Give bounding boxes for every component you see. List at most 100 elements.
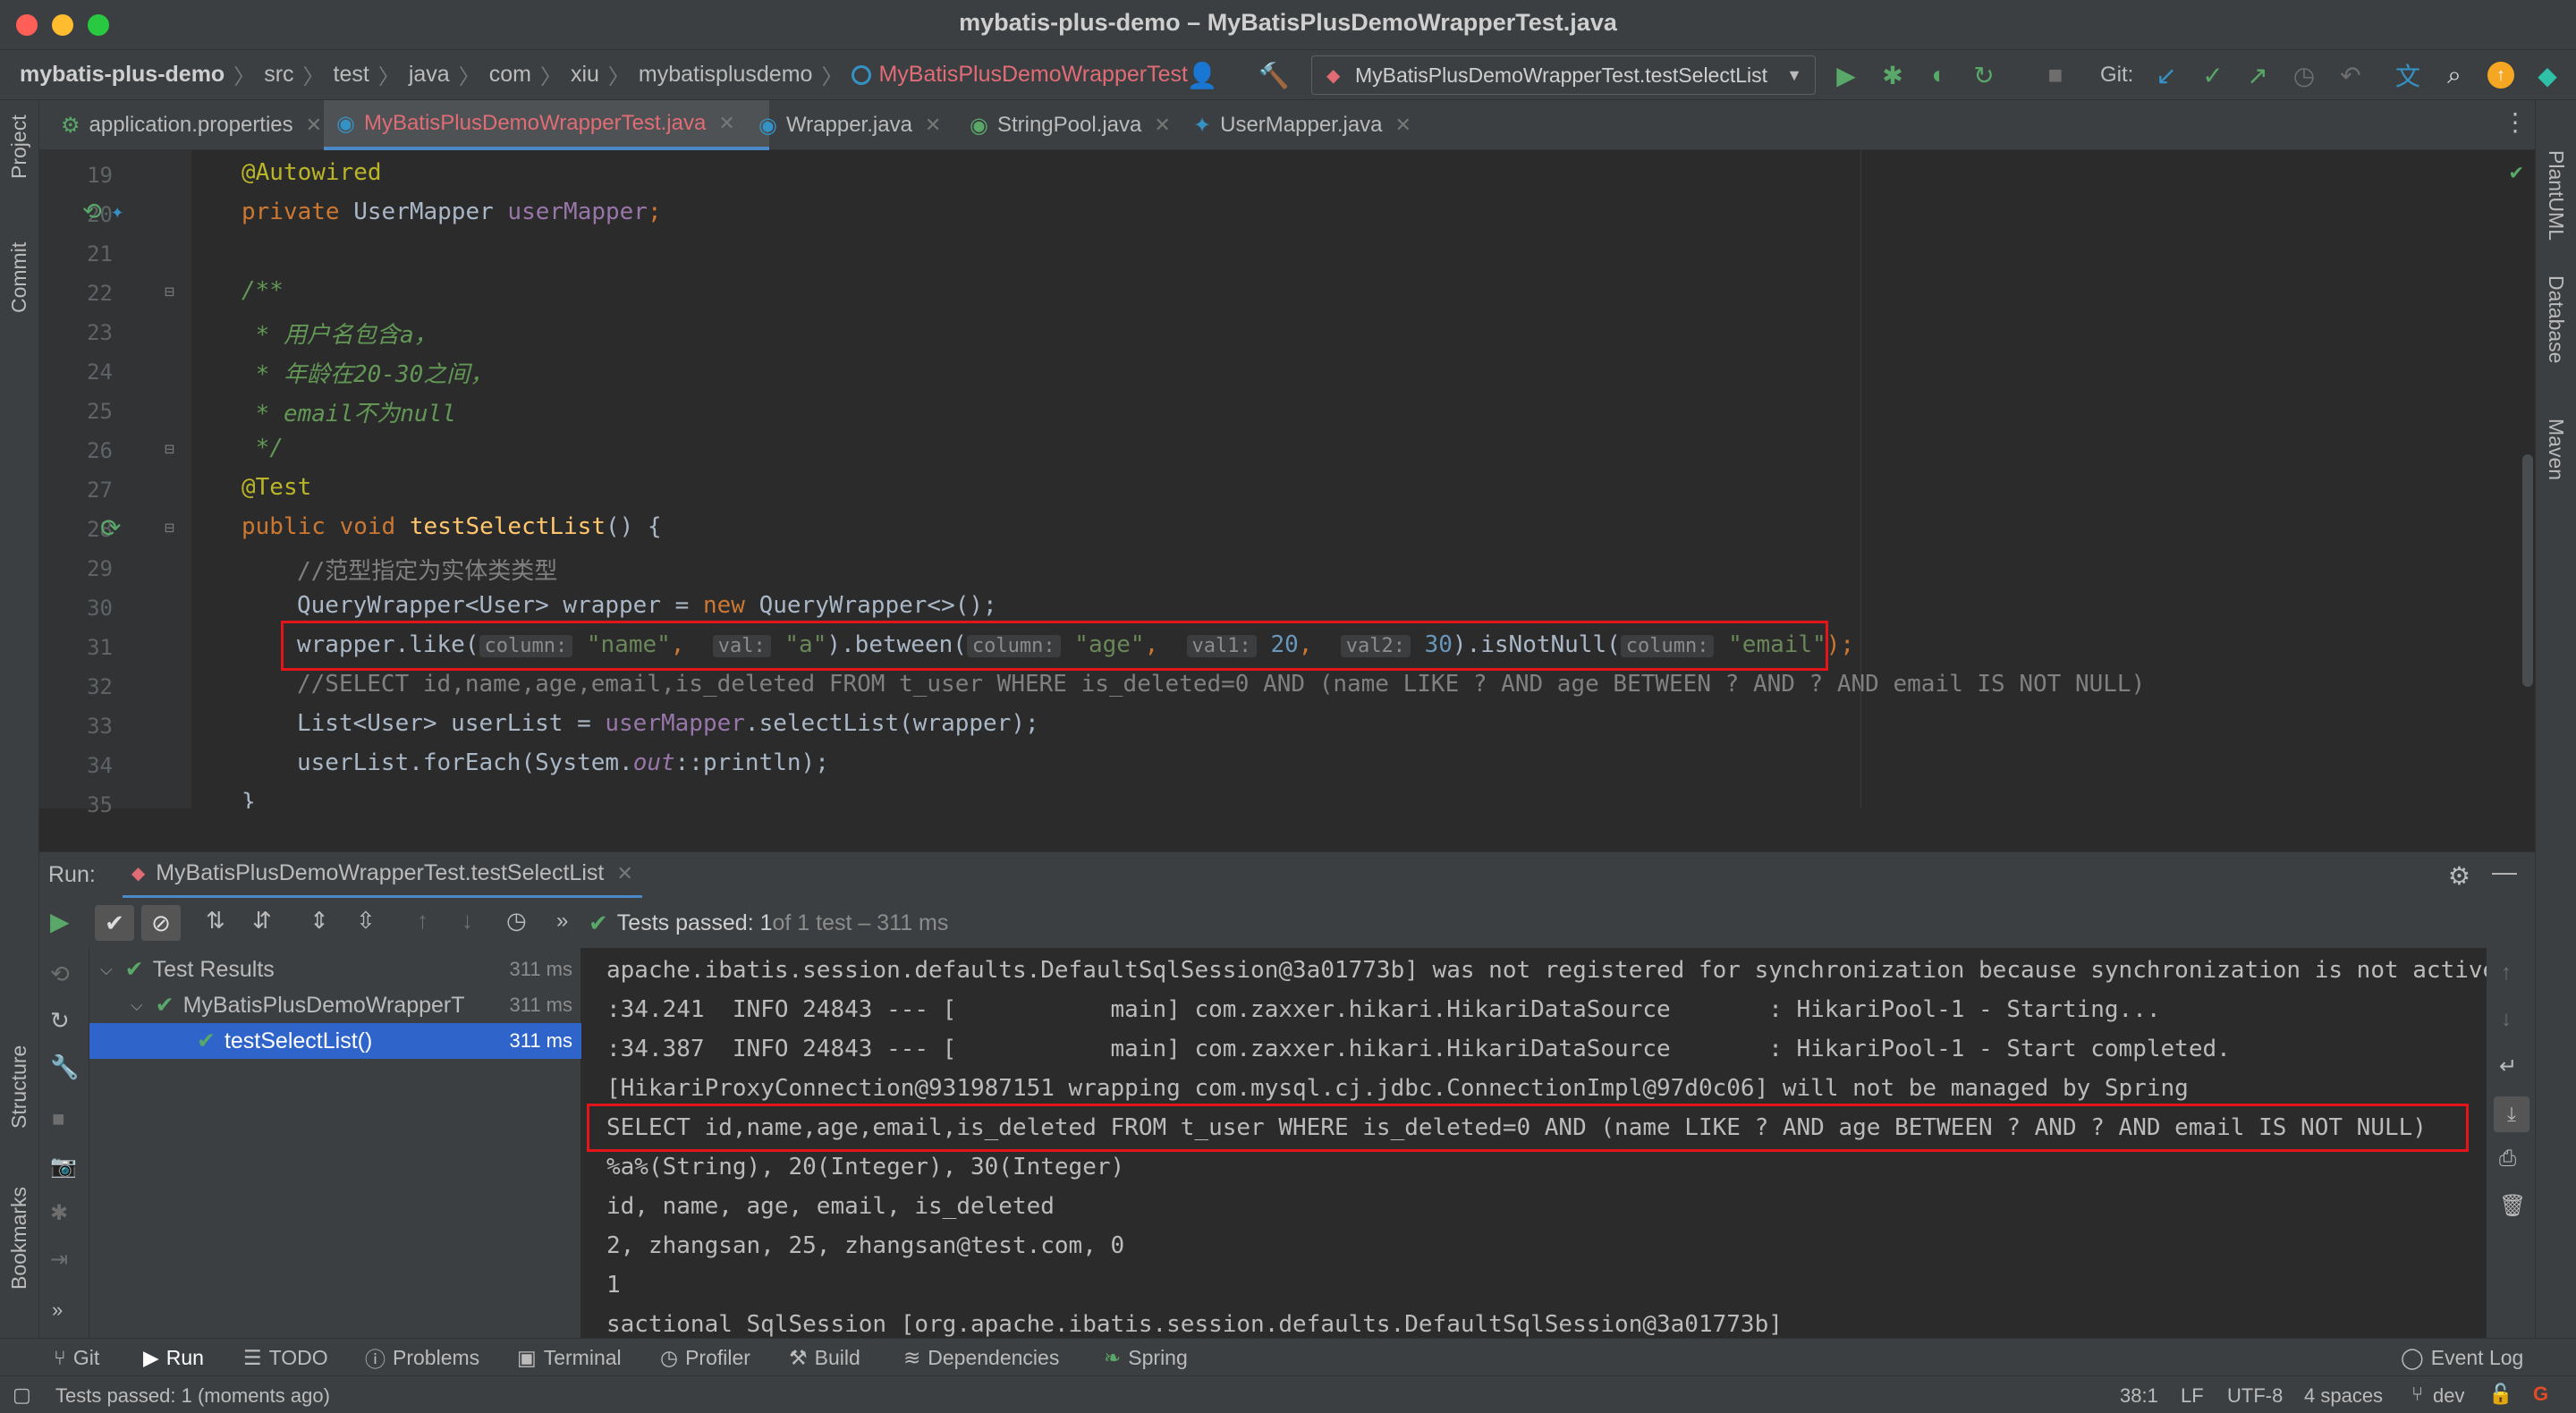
spring-bean-icon[interactable]: ⟲ [82,199,102,225]
show-ignored-toggle[interactable]: ⊘ [141,905,181,941]
history-icon[interactable]: ◷ [2288,59,2320,91]
history-icon[interactable]: ◷ [506,907,527,935]
hide-panel-icon[interactable]: — [2492,858,2517,886]
scroll-up-icon[interactable]: ↑ [2501,960,2512,986]
status-message[interactable]: Tests passed: 1 (moments ago) [55,1384,330,1408]
sort-duration-icon[interactable]: ⇵ [252,907,272,935]
close-icon[interactable]: ✕ [718,112,734,135]
close-icon[interactable]: ✕ [616,862,632,885]
line-separator[interactable]: LF [2181,1384,2204,1408]
tool-tab-event-log[interactable]: ◯ Event Log [2401,1339,2523,1376]
more-icon[interactable]: » [556,909,568,934]
trash-icon[interactable]: 🗑 [2499,1193,2526,1219]
bookmarks-tool-button[interactable]: Bookmarks [7,1187,31,1290]
database-tool-button[interactable]: Database [2544,275,2568,363]
plugin-logo-icon[interactable]: ◆ [2531,59,2563,91]
expand-all-icon[interactable]: ⇕ [309,907,329,935]
debug-icon[interactable]: ✱ [1877,59,1909,91]
indent-setting[interactable]: 4 spaces [2304,1384,2383,1408]
wrench-icon[interactable]: 🔧 [50,1053,79,1081]
more-icon[interactable]: » [52,1299,63,1322]
tab-wrapper-java[interactable]: ◉ Wrapper.java ✕ [746,100,979,150]
maven-tool-button[interactable]: Maven [2544,419,2568,480]
mybatis-bird-icon[interactable]: ✦ [111,199,123,224]
soft-wrap-icon[interactable]: ↵ [2499,1053,2517,1079]
breadcrumb-java[interactable]: java [409,62,450,88]
run-tab[interactable]: ◆ MyBatisPlusDemoWrapperTest.testSelectL… [122,852,642,899]
tool-tab-todo[interactable]: ☰ TODO [243,1339,328,1376]
plantuml-tool-button[interactable]: PlantUML [2544,150,2568,241]
next-failed-icon[interactable]: ↓ [462,907,473,935]
tool-tab-build[interactable]: ⚒ Build [789,1339,860,1376]
previous-failed-icon[interactable]: ↑ [417,907,428,935]
gear-icon[interactable]: ⚙ [2448,861,2470,891]
tree-row-test-results[interactable]: ⌵ ✔ Test Results 311 ms [89,952,581,987]
tab-usermapper-java[interactable]: ✦ UserMapper.java ✕ [1181,100,1449,150]
close-icon[interactable]: ✕ [1395,114,1411,137]
breadcrumb-class[interactable]: MyBatisPlusDemoWrapperTest [878,62,1187,88]
git-branch[interactable]: dev [2433,1384,2464,1408]
camera-icon[interactable]: 📷 [50,1154,77,1180]
inspection-ok-icon[interactable]: ✔ [2510,159,2522,184]
fold-icon[interactable]: ⊟ [165,283,174,301]
toggle-auto-test-icon[interactable]: ⟲ [50,960,70,988]
search-icon[interactable]: ⌕ [2438,59,2470,91]
scroll-down-icon[interactable]: ↓ [2501,1007,2512,1032]
more-tabs-icon[interactable]: ⋮ [2503,107,2528,137]
rerun-failed-icon[interactable]: ↻ [50,1007,70,1035]
breadcrumb-xiu[interactable]: xiu [571,62,599,88]
scroll-to-end-toggle[interactable]: ⤓ [2494,1096,2529,1132]
commit-tool-button[interactable]: Commit [7,242,31,313]
tab-stringpool-java[interactable]: ◉ StringPool.java ✕ [957,100,1216,150]
sort-alpha-icon[interactable]: ⇅ [206,907,225,935]
git-push-icon[interactable]: ↗ [2241,59,2274,91]
show-passed-toggle[interactable]: ✔ [95,905,134,941]
stop-icon[interactable]: ■ [2039,59,2072,91]
google-icon[interactable]: G [2533,1383,2548,1406]
build-hammer-icon[interactable]: 🔨 [1258,59,1290,91]
tool-tab-git[interactable]: ⑂ Git [54,1339,99,1376]
fold-icon[interactable]: ⊟ [165,519,174,537]
breadcrumb-test[interactable]: test [334,62,369,88]
print-icon[interactable]: ⎙ [2499,1146,2516,1172]
breadcrumb-package[interactable]: mybatisplusdemo [639,62,813,88]
close-icon[interactable]: ✕ [1154,114,1170,137]
git-update-icon[interactable]: ↙ [2150,59,2182,91]
breadcrumb-src[interactable]: src [264,62,293,88]
rollback-icon[interactable]: ↶ [2334,59,2367,91]
structure-tool-button[interactable]: Structure [7,1045,31,1129]
run-icon[interactable]: ▶ [1830,59,1862,91]
fold-icon[interactable]: ⊟ [165,440,174,459]
tree-row-test-method[interactable]: ✔ testSelectList() 311 ms [89,1023,581,1059]
breadcrumb-com[interactable]: com [489,62,531,88]
code-editor[interactable]: @Autowired private UserMapper userMapper… [191,150,2535,808]
tool-tab-run[interactable]: ▶ Run [143,1339,204,1376]
close-icon[interactable]: ✕ [925,114,941,137]
bug-icon[interactable]: ✱ [50,1200,68,1226]
caret-position[interactable]: 38:1 [2120,1384,2158,1408]
panel-toggle-icon[interactable]: ▢ [13,1383,31,1407]
translate-icon[interactable]: 文 [2392,59,2424,91]
git-commit-icon[interactable]: ✓ [2197,59,2229,91]
rerun-icon[interactable]: ▶ [50,907,70,936]
user-icon[interactable]: 👤 [1186,59,1218,91]
editor-scrollbar[interactable] [2522,454,2533,687]
exit-icon[interactable]: ⇥ [50,1247,68,1273]
tool-tab-problems[interactable]: ⓘ Problems [365,1339,479,1376]
tool-tab-spring[interactable]: ❧ Spring [1104,1339,1188,1376]
coverage-icon[interactable]: ◐ [1923,59,1955,91]
run-test-gutter-icon[interactable]: ⟳ [100,513,121,543]
collapse-all-icon[interactable]: ⇳ [356,907,376,935]
tab-wrapper-test[interactable]: ◉ MyBatisPlusDemoWrapperTest.java ✕ [324,100,769,150]
tool-tab-terminal[interactable]: ▣ Terminal [517,1339,622,1376]
file-encoding[interactable]: UTF-8 [2227,1384,2283,1408]
run-configuration-dropdown[interactable]: ◆ MyBatisPlusDemoWrapperTest.testSelectL… [1311,55,1816,95]
breadcrumb-project[interactable]: mybatis-plus-demo [20,62,225,88]
lock-icon[interactable]: 🔓 [2488,1383,2512,1406]
profile-icon[interactable]: ↻ [1968,59,2000,91]
tool-tab-dependencies[interactable]: ≋ Dependencies [903,1339,1059,1376]
tab-application-properties[interactable]: ⚙ application.properties ✕ [48,100,363,150]
tree-row-test-class[interactable]: ⌵ ✔ MyBatisPlusDemoWrapperT 311 ms [89,987,581,1023]
update-icon[interactable]: ↑ [2485,59,2517,91]
project-tool-button[interactable]: Project [7,114,31,179]
